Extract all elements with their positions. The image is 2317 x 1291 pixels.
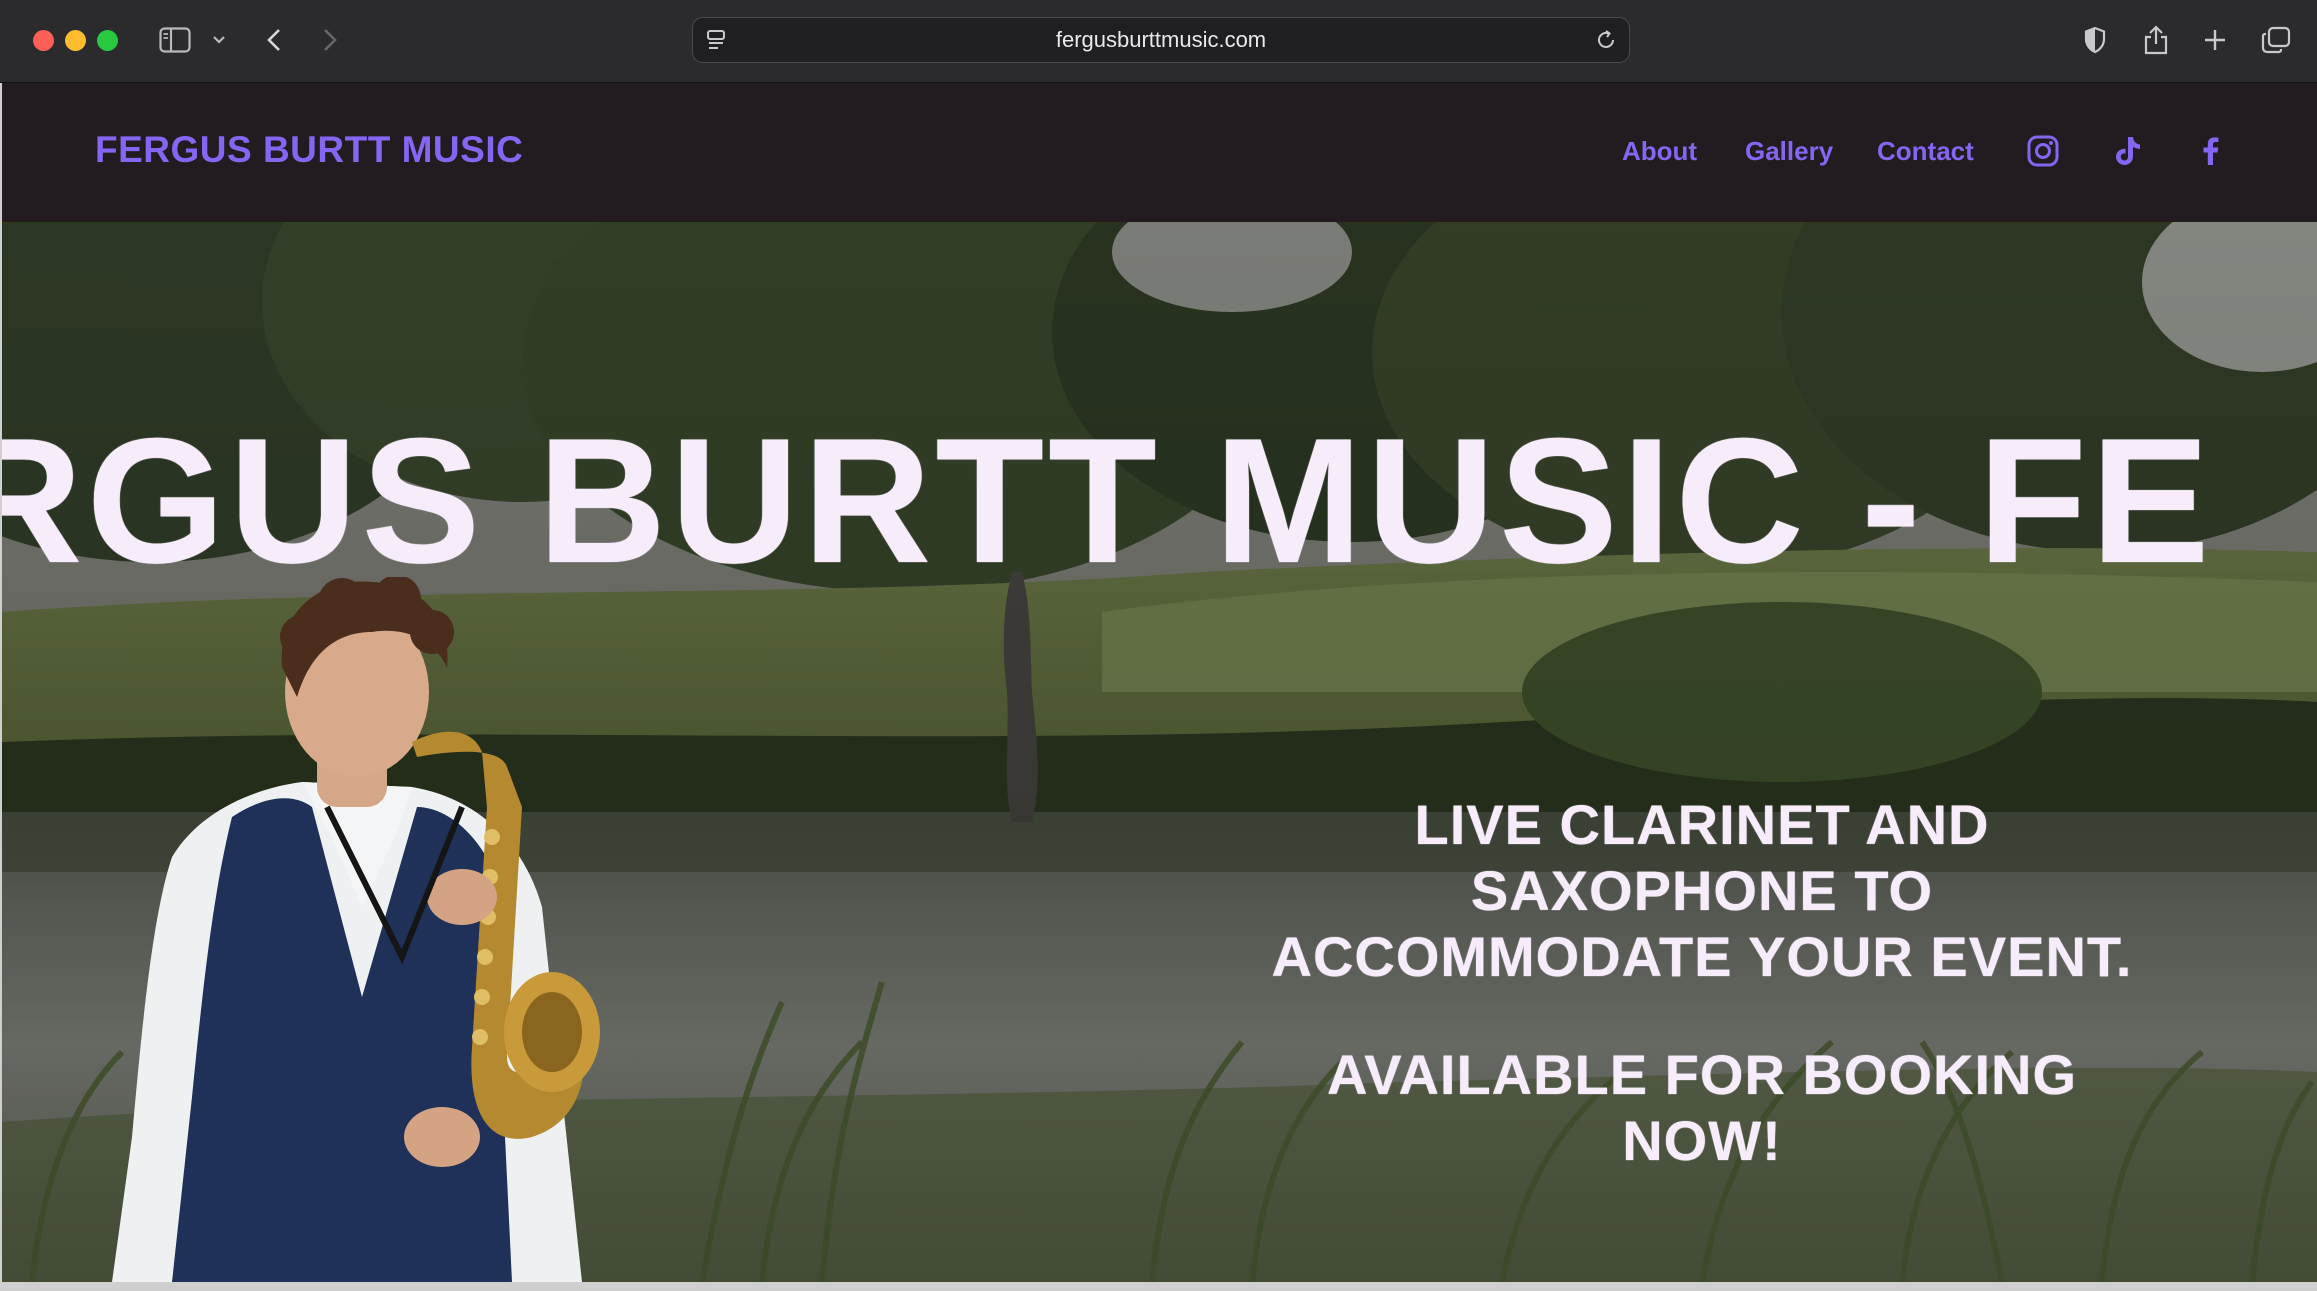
nav-about[interactable]: About — [1622, 136, 1697, 167]
sidebar-toggle-icon[interactable] — [156, 20, 194, 60]
booking-callout: AVAILABLE FOR BOOKING NOW! — [1326, 1043, 2077, 1172]
forward-icon[interactable] — [318, 20, 342, 60]
back-icon[interactable] — [262, 20, 286, 60]
saxophonist-photo — [112, 577, 600, 1282]
minimize-window-button[interactable] — [65, 30, 86, 51]
tab-overview-icon[interactable] — [2259, 20, 2293, 60]
hero-tagline: LIVE CLARINET AND SAXOPHONE TO ACCOMMODA… — [1271, 793, 2133, 988]
reload-icon[interactable] — [1593, 20, 1619, 60]
hero-tagline-block: LIVE CLARINET AND SAXOPHONE TO ACCOMMODA… — [1257, 792, 2147, 1174]
privacy-shield-icon[interactable] — [2080, 20, 2110, 60]
address-bar[interactable]: fergusburttmusic.com — [692, 17, 1630, 63]
nav-contact[interactable]: Contact — [1877, 136, 1974, 167]
hero-section: RGUS BURTT MUSIC - FE LIVE CLARINET AND … — [2, 222, 2317, 1282]
chevron-down-icon[interactable] — [208, 20, 230, 60]
url-text[interactable]: fergusburttmusic.com — [693, 18, 1629, 61]
browser-toolbar: fergusburttmusic.com — [0, 0, 2317, 83]
hero-marquee-title: RGUS BURTT MUSIC - FE — [2, 401, 2214, 600]
zoom-window-button[interactable] — [97, 30, 118, 51]
new-tab-icon[interactable] — [2201, 20, 2229, 60]
close-window-button[interactable] — [33, 30, 54, 51]
instagram-icon[interactable] — [2025, 133, 2061, 169]
site-logo[interactable]: FERGUS BURTT MUSIC — [95, 129, 523, 171]
share-icon[interactable] — [2141, 20, 2171, 60]
nav-gallery[interactable]: Gallery — [1745, 136, 1833, 167]
facebook-icon[interactable] — [2193, 133, 2229, 169]
site-header: FERGUS BURTT MUSIC About Gallery Contact — [2, 83, 2317, 222]
tiktok-icon[interactable] — [2109, 133, 2145, 169]
